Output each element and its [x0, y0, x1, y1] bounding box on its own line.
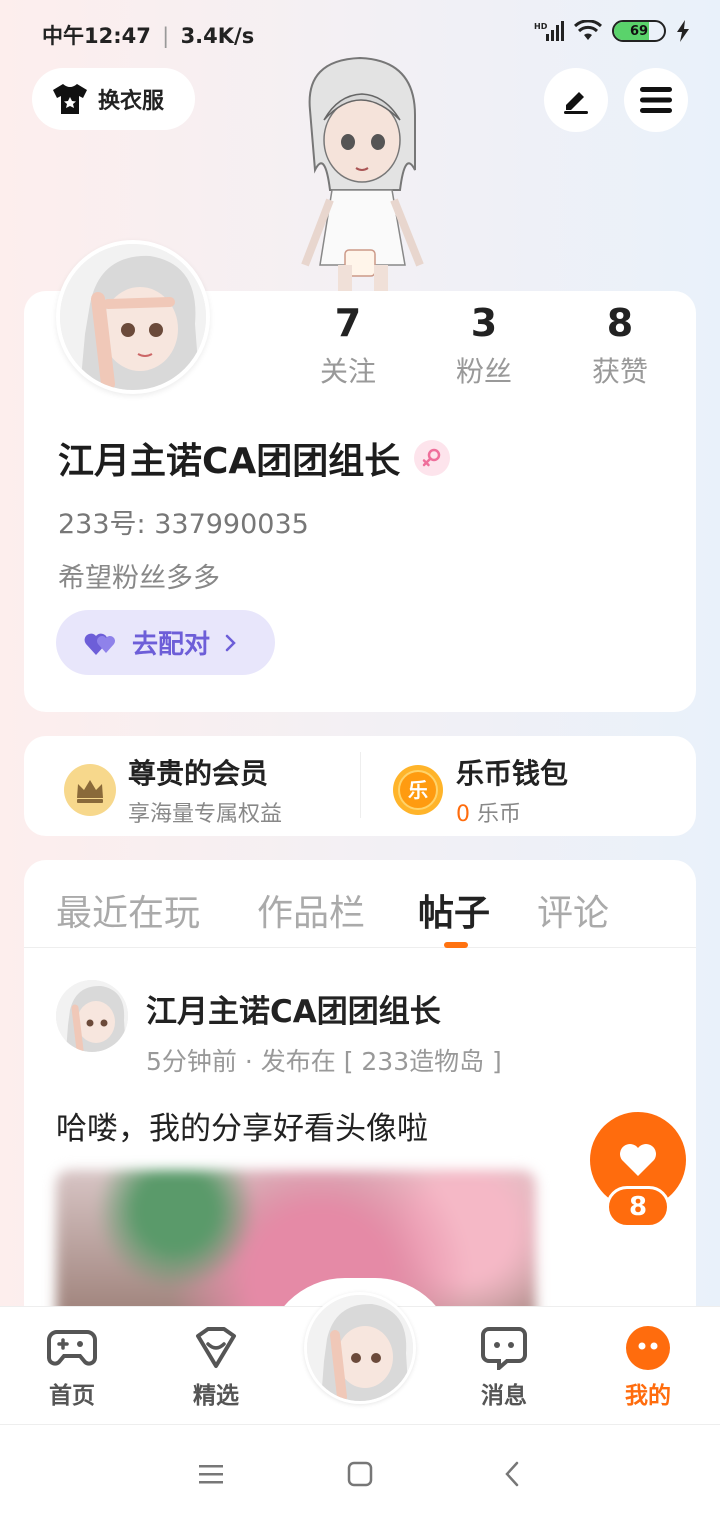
menu-button[interactable]: [624, 68, 688, 132]
post-author-name[interactable]: 江月主诺CA团团组长: [146, 986, 441, 1031]
chat-bubble-icon: [481, 1327, 527, 1370]
heart-icon: [620, 1144, 656, 1176]
svg-text:乐: 乐: [408, 778, 428, 802]
heart-box-icon: [196, 1327, 236, 1368]
like-count-badge: 8: [606, 1186, 670, 1228]
nav-avatar-button[interactable]: [304, 1292, 416, 1404]
post-author-avatar[interactable]: [56, 980, 128, 1052]
battery-level: 69: [629, 23, 649, 39]
tab-works[interactable]: 作品栏: [257, 884, 365, 936]
user-id: 233号: 337990035: [58, 509, 309, 540]
hamburger-icon: [640, 87, 672, 113]
crown-icon: [64, 764, 116, 816]
wallet-entry[interactable]: 乐 乐币钱包 0 乐币: [392, 752, 568, 828]
active-tab-indicator: [444, 942, 468, 948]
signal-icon: HD: [534, 21, 564, 41]
recents-icon: [199, 1465, 223, 1484]
card-divider: [360, 752, 361, 818]
network-speed: 3.4K/s: [180, 24, 255, 48]
hearts-icon: [84, 633, 115, 655]
battery-icon: 69: [612, 20, 666, 42]
user-bio: 希望粉丝多多: [58, 563, 220, 594]
tab-posts[interactable]: 帖子: [418, 884, 490, 936]
status-icons: HD 69: [534, 20, 690, 42]
charging-icon: [677, 20, 689, 42]
nav-mine[interactable]: 我的: [598, 1324, 698, 1410]
home-button[interactable]: [345, 1459, 375, 1489]
pair-label: 去配对: [132, 630, 211, 660]
change-outfit-label: 换衣服: [98, 89, 165, 114]
edit-button[interactable]: [544, 68, 608, 132]
clock-text: 中午12:47: [42, 24, 151, 48]
post-avatar-illustration: [56, 980, 128, 1052]
nav-featured-label: 精选: [193, 1383, 239, 1409]
recents-button[interactable]: [196, 1459, 226, 1489]
likes-count: 8: [606, 301, 634, 345]
stat-fans[interactable]: 3 粉丝: [429, 300, 539, 390]
pencil-icon: [564, 92, 588, 114]
avatar-illustration: [60, 244, 206, 390]
status-time: 中午12:47 | 3.4K/s: [42, 24, 255, 48]
nav-home[interactable]: 首页: [22, 1324, 122, 1410]
back-chevron-icon: [505, 1461, 519, 1487]
nav-avatar-illustration: [307, 1295, 413, 1401]
svg-text:HD: HD: [534, 22, 548, 31]
following-count: 7: [334, 301, 362, 345]
system-nav-bar: [0, 1424, 720, 1520]
vip-subtitle: 享海量专属权益: [128, 802, 283, 827]
chevron-right-icon: [225, 634, 236, 651]
nav-home-label: 首页: [49, 1383, 95, 1409]
tab-comments[interactable]: 评论: [537, 884, 609, 936]
fans-count: 3: [470, 301, 498, 345]
back-button[interactable]: [497, 1459, 527, 1489]
home-square-icon: [347, 1461, 373, 1487]
stat-likes[interactable]: 8 获赞: [565, 300, 675, 390]
wallet-unit: 乐币: [477, 802, 522, 827]
fans-label: 粉丝: [455, 355, 512, 388]
post-text[interactable]: 哈喽，我的分享好看头像啦: [56, 1103, 428, 1148]
wallet-balance: 0 乐币: [456, 796, 568, 828]
wifi-icon: [574, 20, 602, 40]
username-row: 江月主诺CA团团组长: [58, 432, 451, 484]
member-wallet-card: 尊贵的会员 享海量专属权益 乐 乐币钱包 0 乐币: [24, 736, 696, 836]
avatar-3d-figure[interactable]: [290, 50, 440, 295]
profile-avatar[interactable]: [56, 240, 210, 394]
coin-icon: 乐: [393, 765, 443, 815]
gamepad-icon: [47, 1330, 97, 1366]
wallet-amount: 0: [456, 802, 470, 827]
likes-label: 获赞: [591, 355, 648, 388]
following-label: 关注: [319, 355, 376, 388]
pair-button[interactable]: 去配对: [56, 610, 275, 675]
nav-featured[interactable]: 精选: [166, 1324, 266, 1410]
nav-mine-label: 我的: [625, 1383, 671, 1409]
tab-recently-played[interactable]: 最近在玩: [56, 884, 200, 936]
change-outfit-button[interactable]: 换衣服: [32, 68, 195, 130]
username: 江月主诺CA团团组长: [58, 441, 401, 482]
wallet-title: 乐币钱包: [456, 757, 569, 790]
profile-face-icon: [626, 1326, 670, 1370]
shirt-icon: [53, 84, 87, 114]
vip-entry[interactable]: 尊贵的会员 享海量专属权益: [64, 752, 282, 828]
female-gender-icon: [414, 440, 451, 476]
nav-messages[interactable]: 消息: [454, 1324, 554, 1410]
content-tabs: 最近在玩 作品栏 帖子 评论: [24, 860, 696, 948]
nav-messages-label: 消息: [481, 1383, 527, 1409]
avatar-figure-illustration: [301, 56, 424, 295]
vip-title: 尊贵的会员: [128, 757, 269, 790]
stat-following[interactable]: 7 关注: [293, 300, 403, 390]
post-meta: 5分钟前 · 发布在 [ 233造物岛 ]: [146, 1047, 502, 1076]
